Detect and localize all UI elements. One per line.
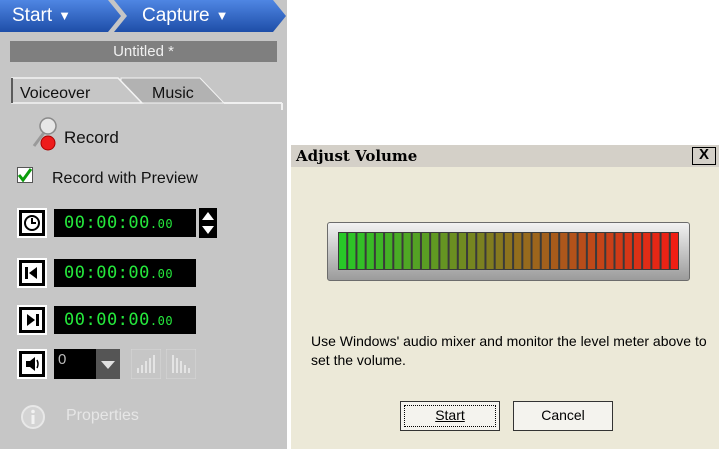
- tab-music[interactable]: Music: [152, 84, 194, 104]
- level-meter-segment: [523, 233, 531, 269]
- duration-spinner[interactable]: [199, 208, 217, 238]
- mark-out-timecode-value: 00:00:00: [64, 310, 150, 330]
- mark-out-timecode[interactable]: 00:00:00.00: [54, 306, 196, 334]
- document-title: Untitled *: [10, 41, 277, 62]
- level-meter-segment: [486, 233, 494, 269]
- level-meter-segment: [615, 233, 623, 269]
- rising-level-meter-icon[interactable]: [131, 349, 161, 379]
- breadcrumb-start-label: Start: [12, 5, 53, 26]
- level-meter-segment: [550, 233, 559, 269]
- level-meter-segment: [633, 233, 642, 269]
- cancel-button[interactable]: Cancel: [513, 401, 613, 431]
- microphone-icon[interactable]: [26, 116, 60, 152]
- info-icon[interactable]: [20, 404, 46, 430]
- level-meter-segment: [606, 233, 614, 269]
- level-meter-segment: [403, 233, 411, 269]
- volume-dropdown-button[interactable]: [96, 349, 120, 379]
- level-meter-segment: [541, 233, 549, 269]
- mark-in-timecode[interactable]: 00:00:00.00: [54, 259, 196, 287]
- level-meter-segment: [477, 233, 485, 269]
- level-meter-segment: [468, 233, 476, 269]
- tab-voiceover[interactable]: Voiceover: [20, 84, 90, 104]
- tab-bar: Voiceover Music: [0, 72, 287, 110]
- level-meter-segment: [339, 233, 347, 269]
- mark-in-timecode-ms: .00: [149, 267, 174, 281]
- adjust-volume-dialog: Adjust Volume X Use Windows' audio mixer…: [291, 145, 719, 449]
- duration-timecode-value: 00:00:00: [64, 213, 150, 233]
- breadcrumb: Start ▼ Capture ▼: [0, 0, 287, 33]
- clock-icon: [17, 208, 47, 238]
- breadcrumb-capture[interactable]: Capture ▼: [142, 4, 228, 29]
- level-meter-segment: [394, 233, 402, 269]
- chevron-down-icon: ▼: [58, 8, 71, 23]
- properties-button[interactable]: Properties: [66, 407, 139, 425]
- dialog-description: Use Windows' audio mixer and monitor the…: [311, 333, 707, 368]
- level-meter-segment: [458, 233, 467, 269]
- level-meter-segment: [348, 233, 356, 269]
- record-with-preview-checkbox[interactable]: [17, 167, 33, 183]
- duration-timecode-ms: .00: [149, 217, 174, 231]
- checkmark-icon: [17, 168, 33, 183]
- level-meter-segment: [504, 233, 513, 269]
- breadcrumb-start[interactable]: Start ▼: [12, 4, 71, 29]
- level-meter-segment: [532, 233, 540, 269]
- voiceover-panel: Start ▼ Capture ▼ Untitled * Voiceover Mus…: [0, 0, 287, 449]
- level-meter-segment: [560, 233, 568, 269]
- dialog-titlebar: Adjust Volume X: [291, 145, 719, 167]
- level-meter-segment: [578, 233, 586, 269]
- level-meter-segment: [440, 233, 448, 269]
- level-meter: [327, 222, 690, 281]
- level-meter-segment: [449, 233, 457, 269]
- volume-level-field[interactable]: 0: [54, 349, 96, 379]
- level-meter-segment: [643, 233, 651, 269]
- level-meter-segment: [357, 233, 365, 269]
- falling-level-meter-icon[interactable]: [166, 349, 196, 379]
- level-meter-segment: [366, 233, 374, 269]
- dialog-title: Adjust Volume: [296, 147, 418, 165]
- level-meter-track: [338, 232, 679, 270]
- record-with-preview-label: Record with Preview: [52, 170, 198, 187]
- level-meter-segment: [670, 233, 678, 269]
- level-meter-segment: [421, 233, 430, 269]
- level-meter-segment: [495, 233, 503, 269]
- level-meter-segment: [412, 233, 420, 269]
- level-meter-segment: [597, 233, 605, 269]
- mark-out-icon[interactable]: [17, 305, 47, 335]
- speaker-icon[interactable]: [17, 349, 47, 379]
- level-meter-segment: [652, 233, 660, 269]
- mark-out-timecode-ms: .00: [149, 314, 174, 328]
- mark-in-icon[interactable]: [17, 258, 47, 288]
- level-meter-segment: [385, 233, 393, 269]
- record-button[interactable]: Record: [64, 128, 119, 148]
- level-meter-segment: [661, 233, 669, 269]
- level-meter-segment: [375, 233, 384, 269]
- start-button[interactable]: Start: [400, 401, 500, 431]
- chevron-down-icon: [101, 361, 115, 369]
- level-meter-segment: [431, 233, 439, 269]
- spinner-arrows-icon: [202, 212, 214, 234]
- cancel-button-label: Cancel: [541, 407, 585, 423]
- close-button[interactable]: X: [692, 147, 716, 165]
- level-meter-segment: [569, 233, 577, 269]
- level-meter-segment: [624, 233, 632, 269]
- chevron-down-icon: ▼: [215, 8, 229, 23]
- mark-in-timecode-value: 00:00:00: [64, 263, 150, 283]
- level-meter-segment: [514, 233, 522, 269]
- level-meter-segments: [339, 233, 678, 269]
- focus-ring: [404, 405, 496, 427]
- breadcrumb-capture-label: Capture: [142, 5, 210, 26]
- duration-timecode[interactable]: 00:00:00.00: [54, 209, 196, 237]
- level-meter-segment: [587, 233, 596, 269]
